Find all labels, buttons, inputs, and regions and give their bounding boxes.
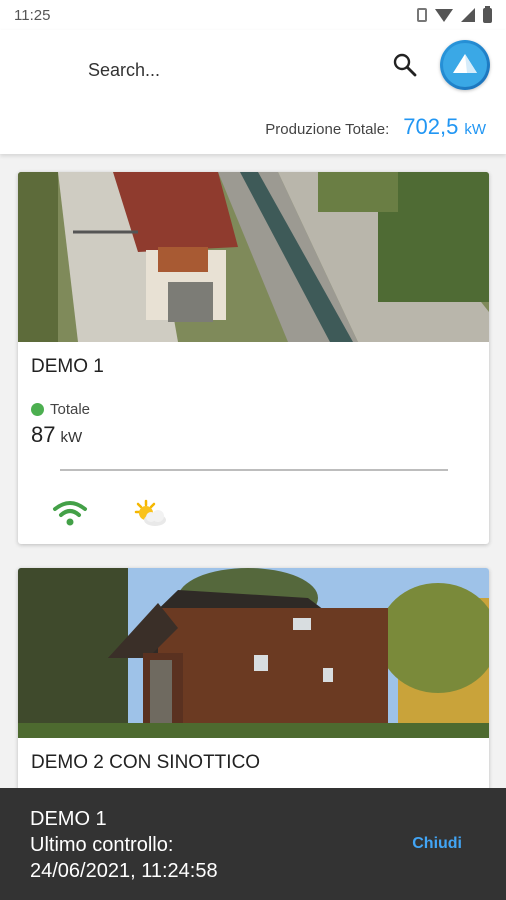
vibrate-icon <box>417 8 427 22</box>
status-bar: 11:25 <box>0 0 506 30</box>
snackbar: DEMO 1 Ultimo controllo: 24/06/2021, 11:… <box>0 788 506 900</box>
total-production-unit: kW <box>464 121 486 138</box>
total-production: Produzione Totale: 702,5 kW <box>265 114 486 140</box>
total-production-label: Produzione Totale: <box>265 121 390 138</box>
status-indicator-dot <box>31 403 44 416</box>
wifi-icon <box>53 501 87 526</box>
plant-status: Totale <box>31 401 90 418</box>
wifi-status-icon <box>435 8 453 22</box>
signal-icon <box>461 8 475 22</box>
plant-photo <box>18 172 489 342</box>
mountain-logo-icon <box>443 43 487 87</box>
search-input[interactable] <box>88 60 368 81</box>
plant-name: DEMO 1 <box>31 356 104 377</box>
status-icons <box>417 5 492 23</box>
total-production-value: 702,5 <box>403 114 459 139</box>
status-time: 11:25 <box>14 6 51 24</box>
plant-card-demo-1[interactable]: DEMO 1 Totale 87 kW <box>18 172 489 544</box>
plant-name: DEMO 2 CON SINOTTICO <box>31 752 261 773</box>
close-button[interactable]: Chiudi <box>412 835 462 853</box>
power-unit: kW <box>60 429 83 446</box>
plant-photo <box>18 568 489 738</box>
snackbar-last-check-time: 24/06/2021, 11:24:58 <box>30 860 218 882</box>
power-value: 87 <box>31 422 56 447</box>
status-label: Totale <box>50 401 91 418</box>
partly-cloudy-icon <box>134 499 166 526</box>
snackbar-last-check-label: Ultimo controllo: <box>30 834 174 856</box>
battery-icon <box>483 5 492 23</box>
card-divider <box>60 469 448 471</box>
app-header: Produzione Totale: 702,5 kW <box>0 30 506 154</box>
plant-power: 87 kW <box>31 422 82 448</box>
snackbar-title: DEMO 1 <box>30 808 107 830</box>
app-logo-avatar[interactable] <box>440 40 490 90</box>
search-icon[interactable] <box>392 52 418 78</box>
